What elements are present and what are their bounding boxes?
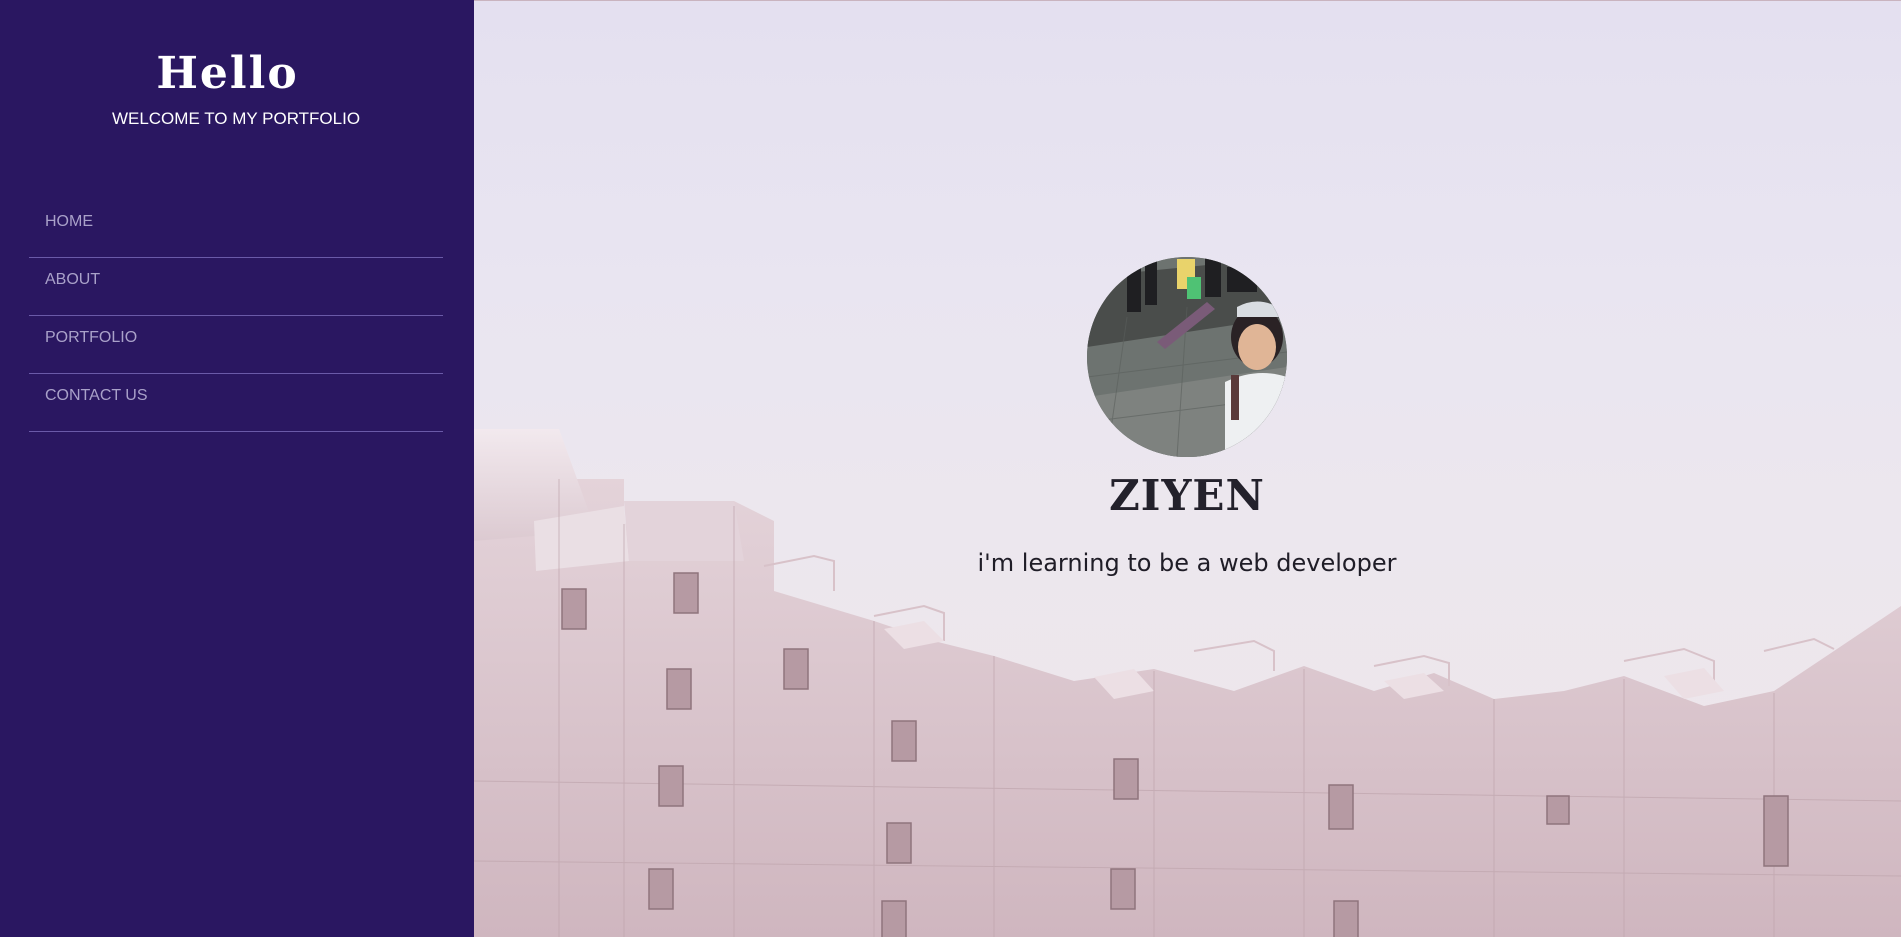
- profile-photo: [1087, 257, 1287, 457]
- nav-item-about[interactable]: ABOUT: [29, 258, 443, 316]
- sidebar-nav: HOME ABOUT PORTFOLIO CONTACT US: [29, 200, 443, 432]
- profile-photo-illustration: [1087, 257, 1287, 457]
- sidebar-title: Hello: [156, 48, 299, 99]
- profile-name: ZIYEN: [1109, 471, 1265, 520]
- nav-item-contact-us[interactable]: CONTACT US: [29, 374, 443, 432]
- portfolio-page: Hello WELCOME TO MY PORTFOLIO HOME ABOUT…: [0, 0, 1901, 940]
- hero-section: ZIYEN i'm learning to be a web developer: [474, 0, 1901, 937]
- sidebar: Hello WELCOME TO MY PORTFOLIO HOME ABOUT…: [0, 0, 474, 937]
- nav-item-home[interactable]: HOME: [29, 200, 443, 258]
- nav-item-portfolio[interactable]: PORTFOLIO: [29, 316, 443, 374]
- building-background-image: [474, 429, 1901, 937]
- sidebar-subtitle: WELCOME TO MY PORTFOLIO: [111, 109, 361, 128]
- profile-tagline: i'm learning to be a web developer: [977, 549, 1397, 577]
